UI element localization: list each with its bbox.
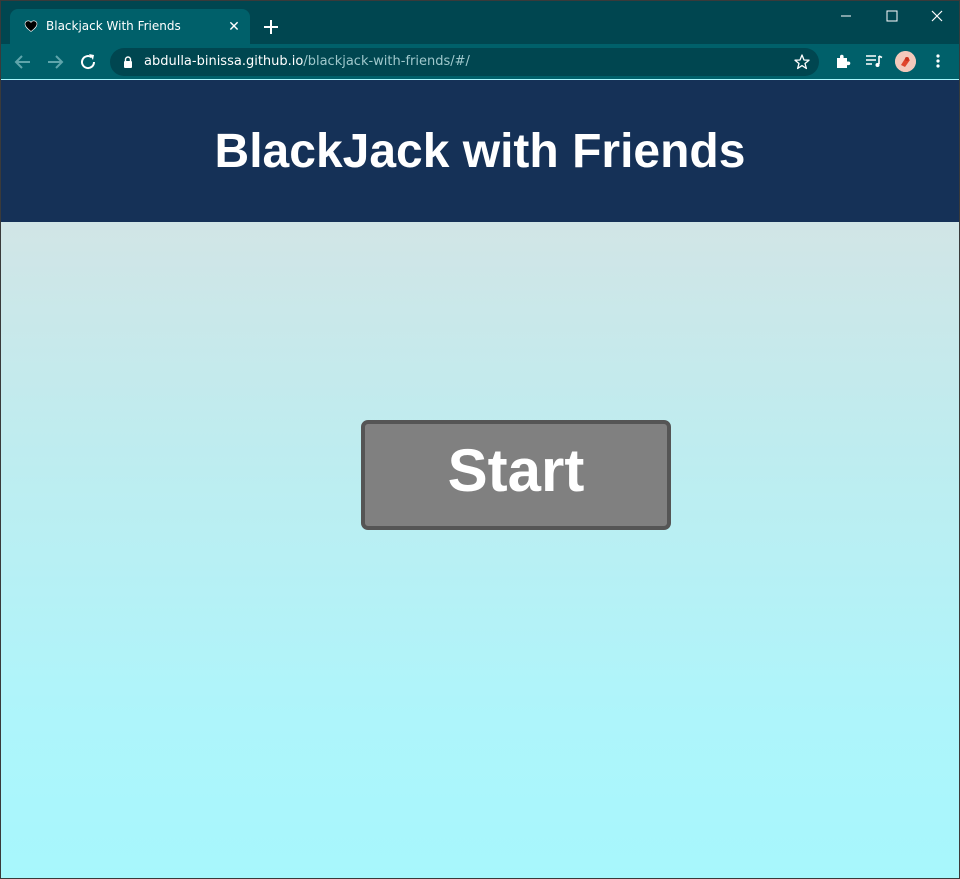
heart-icon	[24, 19, 38, 33]
close-icon[interactable]	[914, 1, 959, 31]
plus-icon[interactable]	[259, 15, 283, 39]
url-path: /blackjack-with-friends/#/	[303, 54, 470, 69]
lock-icon[interactable]	[121, 55, 135, 69]
menu-icon[interactable]	[927, 50, 949, 72]
page-title: BlackJack with Friends	[214, 125, 746, 178]
forward-icon[interactable]	[43, 50, 67, 74]
back-icon[interactable]	[11, 50, 35, 74]
tab-blackjack[interactable]: Blackjack With Friends ✕	[10, 9, 250, 44]
avatar[interactable]	[895, 51, 916, 72]
browser-window: Blackjack With Friends ✕ abdulla-binissa…	[0, 0, 960, 879]
url-host: abdulla-binissa.github.io	[144, 54, 304, 69]
maximize-icon[interactable]	[869, 1, 915, 31]
tab-title: Blackjack With Friends	[46, 19, 181, 33]
browser-toolbar: abdulla-binissa.github.io/blackjack-with…	[1, 44, 959, 79]
minimize-icon[interactable]	[823, 1, 869, 31]
start-button[interactable]: Start	[361, 420, 671, 530]
url-text: abdulla-binissa.github.io/blackjack-with…	[144, 54, 470, 69]
tab-strip: Blackjack With Friends ✕	[1, 1, 959, 44]
extensions-icon[interactable]	[832, 50, 854, 72]
address-bar[interactable]: abdulla-binissa.github.io/blackjack-with…	[110, 48, 819, 76]
reload-icon[interactable]	[76, 50, 100, 74]
page-content: BlackJack with Friends Start	[1, 80, 959, 878]
page-header: BlackJack with Friends	[1, 80, 959, 222]
media-icon[interactable]	[863, 50, 885, 72]
tab-close-icon[interactable]: ✕	[226, 18, 242, 34]
star-icon[interactable]	[793, 53, 811, 71]
